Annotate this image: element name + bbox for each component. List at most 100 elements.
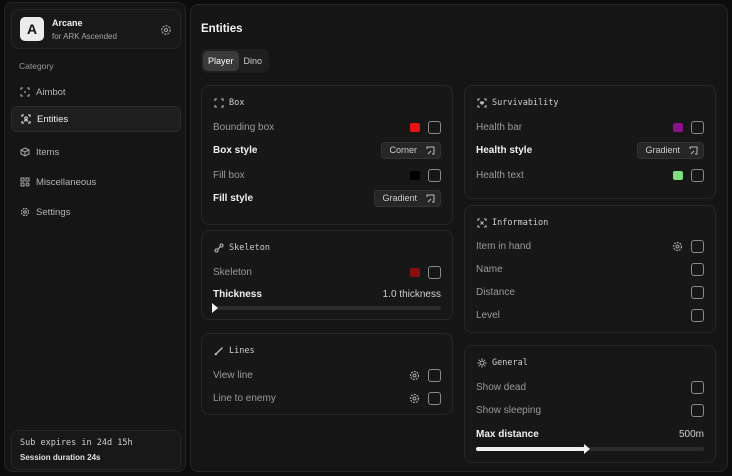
- grid-icon: [20, 177, 30, 187]
- app-name: Arcane: [52, 18, 83, 28]
- box-style-row: Box style Corner: [213, 141, 441, 159]
- health-bar-color-swatch[interactable]: [673, 122, 683, 132]
- health-style-row: Health style Gradient: [476, 141, 704, 159]
- max-distance-row: Max distance 500m: [476, 427, 704, 441]
- fill-box-row: Fill box: [213, 168, 441, 182]
- show-dead-label: Show dead: [476, 381, 527, 393]
- entity-tabs: Player Dino: [201, 49, 270, 73]
- sidebar-item-label: Items: [36, 146, 60, 158]
- gear-icon[interactable]: [160, 23, 172, 35]
- sidebar-item-settings[interactable]: Settings: [11, 199, 181, 225]
- page-title: Entities: [201, 23, 243, 35]
- card-header: Survivability: [477, 98, 559, 108]
- gear-icon[interactable]: [409, 370, 420, 381]
- show-dead-row: Show dead: [476, 380, 704, 394]
- distance-row: Distance: [476, 285, 704, 299]
- name-label: Name: [476, 263, 503, 275]
- card-header: Lines: [214, 346, 255, 356]
- item-in-hand-checkbox[interactable]: [691, 239, 704, 253]
- level-label: Level: [476, 309, 500, 321]
- slider-fill: [476, 447, 586, 451]
- sidebar-item-aimbot[interactable]: Aimbot: [11, 79, 181, 105]
- gear-icon[interactable]: [672, 241, 683, 252]
- item-in-hand-row: Item in hand: [476, 239, 704, 253]
- max-distance-value: 500m: [678, 428, 704, 440]
- health-text-label: Health text: [476, 169, 524, 181]
- show-sleeping-checkbox[interactable]: [691, 403, 704, 417]
- subscription-info: Sub expires in 24d 15h Session duration …: [11, 430, 181, 470]
- sidebar-item-label: Miscellaneous: [36, 176, 97, 188]
- sidebar-item-label: Settings: [36, 206, 71, 218]
- show-dead-checkbox[interactable]: [691, 380, 704, 394]
- skeleton-checkbox[interactable]: [428, 265, 441, 279]
- health-bar-checkbox[interactable]: [691, 120, 704, 134]
- bounding-box-checkbox[interactable]: [428, 120, 441, 134]
- health-style-dropdown[interactable]: Gradient: [637, 141, 704, 159]
- fill-box-checkbox[interactable]: [428, 168, 441, 182]
- card-header: Box: [214, 98, 244, 108]
- max-distance-slider[interactable]: [476, 444, 704, 454]
- health-style-label: Health style: [476, 144, 533, 156]
- name-row: Name: [476, 262, 704, 276]
- card-header: Information: [477, 218, 548, 228]
- scan-info-icon: [477, 218, 487, 228]
- card-header: General: [477, 358, 528, 368]
- card-title: Survivability: [492, 98, 559, 108]
- crosshair-icon: [20, 87, 30, 97]
- card-title: Box: [229, 98, 245, 108]
- tab-player[interactable]: Player: [203, 51, 239, 71]
- box-style-label: Box style: [213, 144, 258, 156]
- chevron-select-icon: [689, 146, 698, 155]
- distance-checkbox[interactable]: [691, 285, 704, 299]
- thickness-row: Thickness 1.0 thickness: [213, 287, 441, 301]
- sidebar-item-items[interactable]: Items: [11, 139, 181, 165]
- fill-style-dropdown[interactable]: Gradient: [374, 189, 441, 207]
- box-style-dropdown[interactable]: Corner: [381, 141, 441, 159]
- slider-handle[interactable]: [584, 444, 591, 454]
- name-checkbox[interactable]: [691, 262, 704, 276]
- health-text-color-swatch[interactable]: [673, 170, 683, 180]
- show-sleeping-row: Show sleeping: [476, 403, 704, 417]
- distance-label: Distance: [476, 286, 515, 298]
- thickness-value: 1.0 thickness: [382, 288, 441, 300]
- main-panel: Entities Player Dino Box Bounding box Bo…: [190, 4, 728, 472]
- card-title: Information: [492, 218, 549, 228]
- line-to-enemy-row: Line to enemy: [213, 391, 441, 405]
- gear-icon: [20, 207, 30, 217]
- information-card: Information Item in hand Name Distance L…: [464, 205, 716, 333]
- dropdown-value: Gradient: [645, 145, 680, 155]
- fill-box-color-swatch[interactable]: [410, 170, 420, 180]
- line-to-enemy-checkbox[interactable]: [428, 391, 441, 405]
- level-checkbox[interactable]: [691, 308, 704, 322]
- dropdown-value: Corner: [389, 145, 417, 155]
- scan-user-icon: [21, 114, 31, 124]
- lines-card: Lines View line Line to enemy: [201, 333, 453, 415]
- skeleton-label: Skeleton: [213, 266, 252, 278]
- bounding-box-color-swatch[interactable]: [410, 122, 420, 132]
- max-distance-label: Max distance: [476, 428, 539, 440]
- show-sleeping-label: Show sleeping: [476, 404, 542, 416]
- line-icon: [214, 346, 224, 356]
- view-line-checkbox[interactable]: [428, 368, 441, 382]
- chevron-select-icon: [426, 146, 435, 155]
- health-bar-row: Health bar: [476, 120, 704, 134]
- bone-icon: [214, 243, 224, 253]
- fill-box-label: Fill box: [213, 169, 245, 181]
- box-icon: [214, 98, 224, 108]
- sidebar-item-label: Aimbot: [36, 86, 66, 98]
- gear-icon[interactable]: [409, 393, 420, 404]
- scan-heart-icon: [477, 98, 487, 108]
- view-line-row: View line: [213, 368, 441, 382]
- item-in-hand-label: Item in hand: [476, 240, 532, 252]
- bounding-box-row: Bounding box: [213, 120, 441, 134]
- thickness-slider[interactable]: [212, 303, 441, 313]
- sidebar: A Arcane for ARK Ascended Category Aimbo…: [4, 2, 186, 472]
- sidebar-item-miscellaneous[interactable]: Miscellaneous: [11, 169, 181, 195]
- session-duration: Session duration 24s: [20, 453, 101, 462]
- card-title: General: [492, 358, 528, 368]
- skeleton-color-swatch[interactable]: [410, 267, 420, 277]
- slider-handle[interactable]: [212, 303, 218, 313]
- tab-dino[interactable]: Dino: [239, 51, 268, 71]
- sidebar-item-entities[interactable]: Entities: [11, 106, 181, 132]
- health-text-checkbox[interactable]: [691, 168, 704, 182]
